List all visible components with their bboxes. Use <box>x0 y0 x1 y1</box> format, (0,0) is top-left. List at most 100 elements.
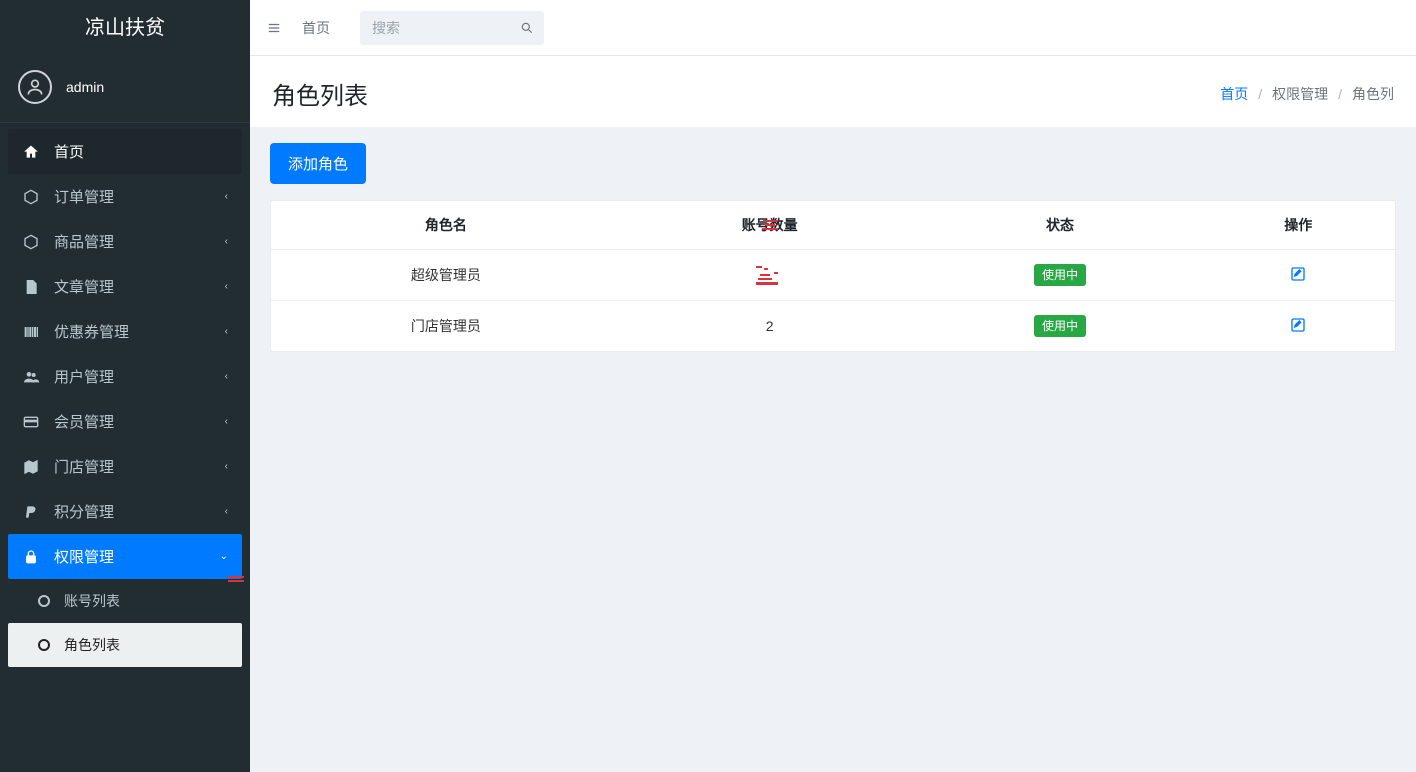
sidebar-item-label: 用户管理 <box>54 366 114 387</box>
roles-table: 角色名 账号数量 状态 操作 超级管理员 <box>271 201 1395 351</box>
sidebar-item-label: 积分管理 <box>54 501 114 522</box>
breadcrumb-separator: / <box>1338 86 1342 102</box>
topbar-home-link[interactable]: 首页 <box>302 18 330 38</box>
sidebar-link-members[interactable]: 会员管理 ‹ <box>8 399 242 444</box>
col-account-count-label: 账号数量 <box>742 217 798 233</box>
chevron-left-icon: ‹ <box>225 371 228 382</box>
sidebar-subitem-label: 账号列表 <box>64 591 120 611</box>
cell-account-count <box>621 250 919 301</box>
cell-actions <box>1201 250 1395 301</box>
sidebar-link-stores[interactable]: 门店管理 ‹ <box>8 444 242 489</box>
col-status: 状态 <box>919 201 1202 250</box>
roles-table-wrap: 角色名 账号数量 状态 操作 超级管理员 <box>270 200 1396 352</box>
sidebar-item-label: 门店管理 <box>54 456 114 477</box>
barcode-icon <box>22 324 40 340</box>
chevron-left-icon: ‹ <box>225 236 228 247</box>
sidebar-item-label: 订单管理 <box>54 186 114 207</box>
circle-icon <box>38 595 50 607</box>
breadcrumb-parent: 权限管理 <box>1272 84 1328 104</box>
breadcrumb-separator: / <box>1258 86 1262 102</box>
sidebar-item-orders: 订单管理 ‹ <box>8 174 242 219</box>
sidebar-item-products: 商品管理 ‹ <box>8 219 242 264</box>
avatar-icon <box>18 70 52 104</box>
sidebar-subitem-accounts: 账号列表 <box>8 579 242 623</box>
add-role-button[interactable]: 添加角色 <box>270 143 366 184</box>
sidebar-link-products[interactable]: 商品管理 ‹ <box>8 219 242 264</box>
sidebar-item-home: 首页 <box>8 129 242 174</box>
status-badge: 使用中 <box>1034 264 1086 286</box>
table-header-row: 角色名 账号数量 状态 操作 <box>271 201 1395 250</box>
sidebar-link-users[interactable]: 用户管理 ‹ <box>8 354 242 399</box>
sidebar-link-points[interactable]: 积分管理 ‹ <box>8 489 242 534</box>
sidebar-link-coupons[interactable]: 优惠券管理 ‹ <box>8 309 242 354</box>
sidebar-item-label: 会员管理 <box>54 411 114 432</box>
sidebar-item-points: 积分管理 ‹ <box>8 489 242 534</box>
user-panel: admin <box>0 56 250 123</box>
sidebar-item-members: 会员管理 ‹ <box>8 399 242 444</box>
sidebar-submenu-permissions: 账号列表 角色列表 <box>8 579 242 667</box>
circle-icon <box>38 639 50 651</box>
cube-icon <box>22 189 40 205</box>
sidebar-item-articles: 文章管理 ‹ <box>8 264 242 309</box>
sidebar-link-articles[interactable]: 文章管理 ‹ <box>8 264 242 309</box>
sidebar-item-coupons: 优惠券管理 ‹ <box>8 309 242 354</box>
chevron-left-icon: ‹ <box>225 461 228 472</box>
sidebar-nav: 首页 订单管理 ‹ 商品管理 ‹ <box>0 123 250 772</box>
chevron-left-icon: ‹ <box>225 191 228 202</box>
user-name: admin <box>66 79 104 95</box>
cell-status: 使用中 <box>919 250 1202 301</box>
sidebar-item-label: 文章管理 <box>54 276 114 297</box>
chevron-left-icon: ‹ <box>225 506 228 517</box>
sidebar-link-orders[interactable]: 订单管理 ‹ <box>8 174 242 219</box>
sidebar-link-permissions[interactable]: 权限管理 ⌄ <box>8 534 242 579</box>
cell-status: 使用中 <box>919 301 1202 352</box>
table-row: 超级管理员 使用中 <box>271 250 1395 301</box>
chevron-left-icon: ‹ <box>225 326 228 337</box>
red-artifact-icon <box>228 576 244 584</box>
sidebar-link-home[interactable]: 首页 <box>8 129 242 174</box>
sidebar-sublink-accounts[interactable]: 账号列表 <box>8 579 242 623</box>
cell-role-name: 超级管理员 <box>271 250 621 301</box>
sidebar-item-label: 首页 <box>54 141 84 162</box>
search-box <box>360 11 544 45</box>
sidebar-subitem-label: 角色列表 <box>64 635 120 655</box>
main: 首页 角色列表 首页 / 权限管理 / 角色列 添加角色 角色名 <box>250 0 1416 772</box>
edit-icon[interactable] <box>1290 266 1306 282</box>
card-icon <box>22 414 40 430</box>
map-icon <box>22 459 40 475</box>
chevron-down-icon: ⌄ <box>220 551 228 562</box>
cell-actions <box>1201 301 1395 352</box>
breadcrumb-current: 角色列 <box>1352 84 1394 104</box>
brand-title: 凉山扶贫 <box>0 0 250 56</box>
chevron-left-icon: ‹ <box>225 281 228 292</box>
cube-icon <box>22 234 40 250</box>
topbar: 首页 <box>250 0 1416 56</box>
sidebar-item-label: 商品管理 <box>54 231 114 252</box>
col-actions: 操作 <box>1201 201 1395 250</box>
cell-account-count: 2 <box>621 301 919 352</box>
breadcrumb-home[interactable]: 首页 <box>1220 84 1248 104</box>
menu-toggle-icon[interactable] <box>266 21 282 35</box>
sidebar-item-users: 用户管理 ‹ <box>8 354 242 399</box>
sidebar-item-label: 权限管理 <box>54 546 114 567</box>
home-icon <box>22 144 40 160</box>
breadcrumb: 首页 / 权限管理 / 角色列 <box>1220 84 1394 104</box>
table-row: 门店管理员 2 使用中 <box>271 301 1395 352</box>
col-role-name: 角色名 <box>271 201 621 250</box>
edit-icon[interactable] <box>1290 317 1306 333</box>
sidebar-item-permissions: 权限管理 ⌄ 账号列表 角色列表 <box>8 534 242 667</box>
red-artifact-icon <box>750 264 790 286</box>
page-title: 角色列表 <box>272 76 368 111</box>
content-header: 角色列表 首页 / 权限管理 / 角色列 <box>250 56 1416 127</box>
file-icon <box>22 279 40 295</box>
lock-icon <box>22 549 40 565</box>
sidebar-subitem-roles: 角色列表 <box>8 623 242 667</box>
search-input[interactable] <box>360 20 510 36</box>
col-account-count: 账号数量 <box>621 201 919 250</box>
search-icon[interactable] <box>510 11 544 45</box>
content-body: 添加角色 角色名 账号数量 状态 操作 <box>250 127 1416 772</box>
paypal-icon <box>22 504 40 520</box>
chevron-left-icon: ‹ <box>225 416 228 427</box>
sidebar-sublink-roles[interactable]: 角色列表 <box>8 623 242 667</box>
sidebar: 凉山扶贫 admin 首页 订单管理 ‹ <box>0 0 250 772</box>
